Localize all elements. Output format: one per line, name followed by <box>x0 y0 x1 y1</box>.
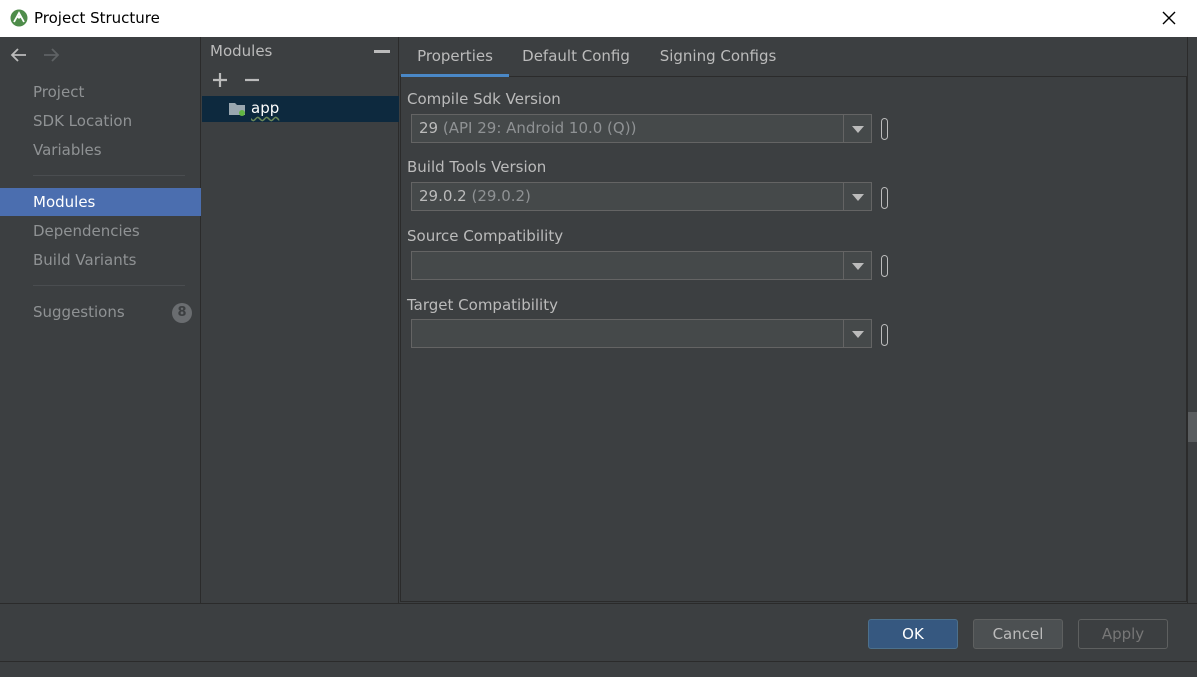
chevron-down-icon[interactable] <box>843 320 871 347</box>
variable-toggle-icon[interactable] <box>881 118 888 140</box>
variable-toggle-icon[interactable] <box>881 255 888 277</box>
source-compat-combo[interactable] <box>411 251 872 280</box>
compile-sdk-label: Compile Sdk Version <box>407 90 561 108</box>
module-item-label: app <box>251 99 280 117</box>
tab-default-config[interactable]: Default Config <box>509 37 643 77</box>
modules-panel: Modules app <box>202 37 399 603</box>
sidebar-item-dependencies[interactable]: Dependencies <box>0 217 201 245</box>
sidebar-item-label: Dependencies <box>33 222 140 240</box>
build-tools-label: Build Tools Version <box>407 158 547 176</box>
compile-sdk-combo[interactable]: 29 (API 29: Android 10.0 (Q)) <box>411 114 872 143</box>
cancel-button[interactable]: Cancel <box>973 619 1063 649</box>
sidebar-item-label: SDK Location <box>33 112 133 130</box>
scrollbar-thumb[interactable] <box>1188 412 1197 442</box>
sidebar-divider <box>33 175 185 176</box>
target-compat-label: Target Compatibility <box>407 296 558 314</box>
sidebar-item-label: Variables <box>33 141 102 159</box>
tab-signing-configs[interactable]: Signing Configs <box>643 37 793 77</box>
plus-icon[interactable] <box>211 71 229 89</box>
collapse-icon[interactable] <box>374 50 390 53</box>
nav-arrows <box>8 45 68 65</box>
sidebar: Project SDK Location Variables Modules D… <box>0 37 201 603</box>
dialog-footer: OK Cancel Apply <box>0 603 1197 661</box>
arrow-left-icon[interactable] <box>8 45 30 65</box>
combo-value: 29.0.2 <box>419 187 467 205</box>
sidebar-item-modules[interactable]: Modules <box>0 188 201 216</box>
combo-detail: (29.0.2) <box>471 187 531 205</box>
sidebar-item-suggestions[interactable]: Suggestions 8 <box>0 298 201 326</box>
target-compat-combo[interactable] <box>411 319 872 348</box>
minus-icon[interactable] <box>243 71 261 89</box>
sidebar-item-project[interactable]: Project <box>0 78 201 106</box>
source-compat-label: Source Compatibility <box>407 227 564 245</box>
sidebar-item-variables[interactable]: Variables <box>0 136 201 164</box>
ok-button[interactable]: OK <box>868 619 958 649</box>
footer-strip <box>0 661 1197 677</box>
compile-sdk-value: 29 (API 29: Android 10.0 (Q)) <box>419 119 636 137</box>
tab-label: Properties <box>417 47 493 65</box>
modules-header: Modules <box>210 42 273 60</box>
module-settings: Properties Default Config Signing Config… <box>400 37 1187 603</box>
tab-label: Signing Configs <box>659 47 777 65</box>
properties-form: Compile Sdk Version 29 (API 29: Android … <box>400 77 1187 602</box>
chevron-down-icon[interactable] <box>843 183 871 210</box>
sidebar-divider <box>33 285 185 286</box>
chevron-down-icon[interactable] <box>843 252 871 279</box>
android-studio-icon <box>10 9 28 27</box>
variable-toggle-icon[interactable] <box>881 187 888 209</box>
sidebar-item-label: Build Variants <box>33 251 137 269</box>
title-bar: Project Structure <box>0 0 1197 37</box>
build-tools-value: 29.0.2 (29.0.2) <box>419 187 531 205</box>
sidebar-item-label: Project <box>33 83 85 101</box>
apply-button[interactable]: Apply <box>1078 619 1168 649</box>
sidebar-item-label: Suggestions <box>33 303 125 321</box>
build-tools-combo[interactable]: 29.0.2 (29.0.2) <box>411 182 872 211</box>
combo-detail: (API 29: Android 10.0 (Q)) <box>442 119 637 137</box>
tab-properties[interactable]: Properties <box>401 37 509 77</box>
sidebar-item-sdk-location[interactable]: SDK Location <box>0 107 201 135</box>
module-folder-icon <box>229 103 245 116</box>
tab-label: Default Config <box>522 47 630 65</box>
arrow-right-icon[interactable] <box>40 45 62 65</box>
tab-bar: Properties Default Config Signing Config… <box>400 37 1187 77</box>
window-title: Project Structure <box>34 9 160 27</box>
suggestions-count-badge: 8 <box>172 303 192 323</box>
scrollbar-track <box>1187 37 1197 603</box>
variable-toggle-icon[interactable] <box>881 324 888 346</box>
sidebar-item-build-variants[interactable]: Build Variants <box>0 246 201 274</box>
combo-value: 29 <box>419 119 439 137</box>
sidebar-item-label: Modules <box>33 193 96 211</box>
chevron-down-icon[interactable] <box>843 115 871 142</box>
module-item-app[interactable]: app <box>202 96 399 122</box>
close-icon[interactable] <box>1159 8 1179 28</box>
